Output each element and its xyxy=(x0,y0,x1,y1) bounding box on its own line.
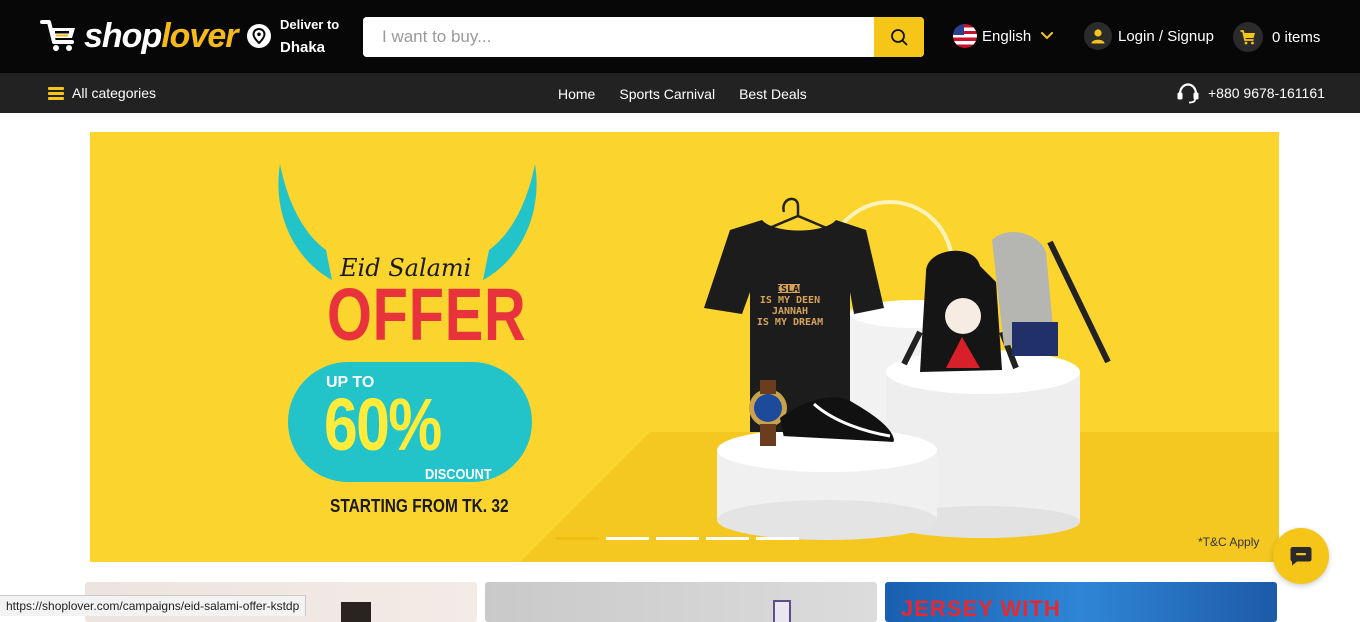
hero-banner[interactable]: Eid Salami OFFER UP TO 60% DISCOUNT STAR… xyxy=(90,132,1279,562)
banner-percent-text: 60% xyxy=(324,383,442,466)
carousel-dot[interactable] xyxy=(706,537,749,540)
promo-card-headline: JERSEY WITH xyxy=(901,596,1061,621)
terms-note: *T&C Apply xyxy=(1198,535,1260,549)
login-signup-button[interactable]: Login / Signup xyxy=(1084,22,1214,50)
cart-button[interactable]: 0 items xyxy=(1233,22,1320,52)
deliver-label: Deliver to xyxy=(280,17,340,32)
user-icon xyxy=(1084,22,1112,50)
search-input[interactable] xyxy=(363,17,874,57)
promo-card[interactable] xyxy=(485,582,877,622)
us-flag-icon xyxy=(953,24,977,48)
hamburger-icon xyxy=(48,86,64,100)
headset-icon xyxy=(1177,83,1199,104)
main-nav: All categories Home Sports Carnival Best… xyxy=(0,73,1360,113)
nav-link-home[interactable]: Home xyxy=(558,86,595,102)
carousel-dot[interactable] xyxy=(606,537,649,540)
support-phone[interactable]: +880 9678-161161 xyxy=(1176,82,1325,104)
site-logo[interactable]: shoplover xyxy=(40,16,238,56)
banner-discount-text: DISCOUNT xyxy=(425,466,492,483)
nav-link-sports-carnival[interactable]: Sports Carnival xyxy=(619,86,715,102)
tshirt-print: ISLAM IS MY DEEN JANNAH IS MY DREAM xyxy=(756,284,824,328)
carousel-dot[interactable] xyxy=(756,537,799,540)
carousel-dot[interactable] xyxy=(656,537,699,540)
chat-icon xyxy=(1290,547,1312,566)
logo-text: shoplover xyxy=(84,16,238,55)
banner-starting-price: STARTING FROM TK. 32 xyxy=(330,496,509,516)
carousel-dot[interactable] xyxy=(556,537,599,540)
location-pin-icon xyxy=(247,24,271,48)
promo-card[interactable]: JERSEY WITH xyxy=(885,582,1277,622)
carousel-dots xyxy=(556,537,806,540)
deliver-city: Dhaka xyxy=(280,39,326,56)
chat-button[interactable] xyxy=(1273,528,1329,584)
top-header: shoplover Deliver to Dhaka English Login… xyxy=(0,0,1360,73)
search-bar xyxy=(363,17,924,57)
login-label: Login / Signup xyxy=(1118,27,1214,45)
nav-links: Home Sports Carnival Best Deals xyxy=(558,86,831,102)
phone-number: +880 9678-161161 xyxy=(1208,85,1325,101)
search-icon xyxy=(891,29,908,46)
language-selector[interactable]: English xyxy=(953,24,1054,48)
cart-icon xyxy=(1233,22,1263,52)
all-categories-label: All categories xyxy=(72,85,157,101)
promo-product-image xyxy=(341,602,371,622)
browser-status-url: https://shoplover.com/campaigns/eid-sala… xyxy=(0,595,307,616)
nav-link-best-deals[interactable]: Best Deals xyxy=(739,86,807,102)
cart-logo-icon xyxy=(40,20,75,51)
language-label: English xyxy=(982,27,1032,45)
banner-artwork xyxy=(278,164,1279,562)
search-button[interactable] xyxy=(874,17,924,57)
all-categories-button[interactable]: All categories xyxy=(48,85,156,101)
banner-offer-text: OFFER xyxy=(327,273,527,356)
cart-count: 0 items xyxy=(1272,28,1321,46)
promo-product-image xyxy=(773,600,791,622)
deliver-to-selector[interactable]: Deliver to Dhaka xyxy=(247,14,339,56)
chevron-down-icon xyxy=(1041,32,1054,40)
